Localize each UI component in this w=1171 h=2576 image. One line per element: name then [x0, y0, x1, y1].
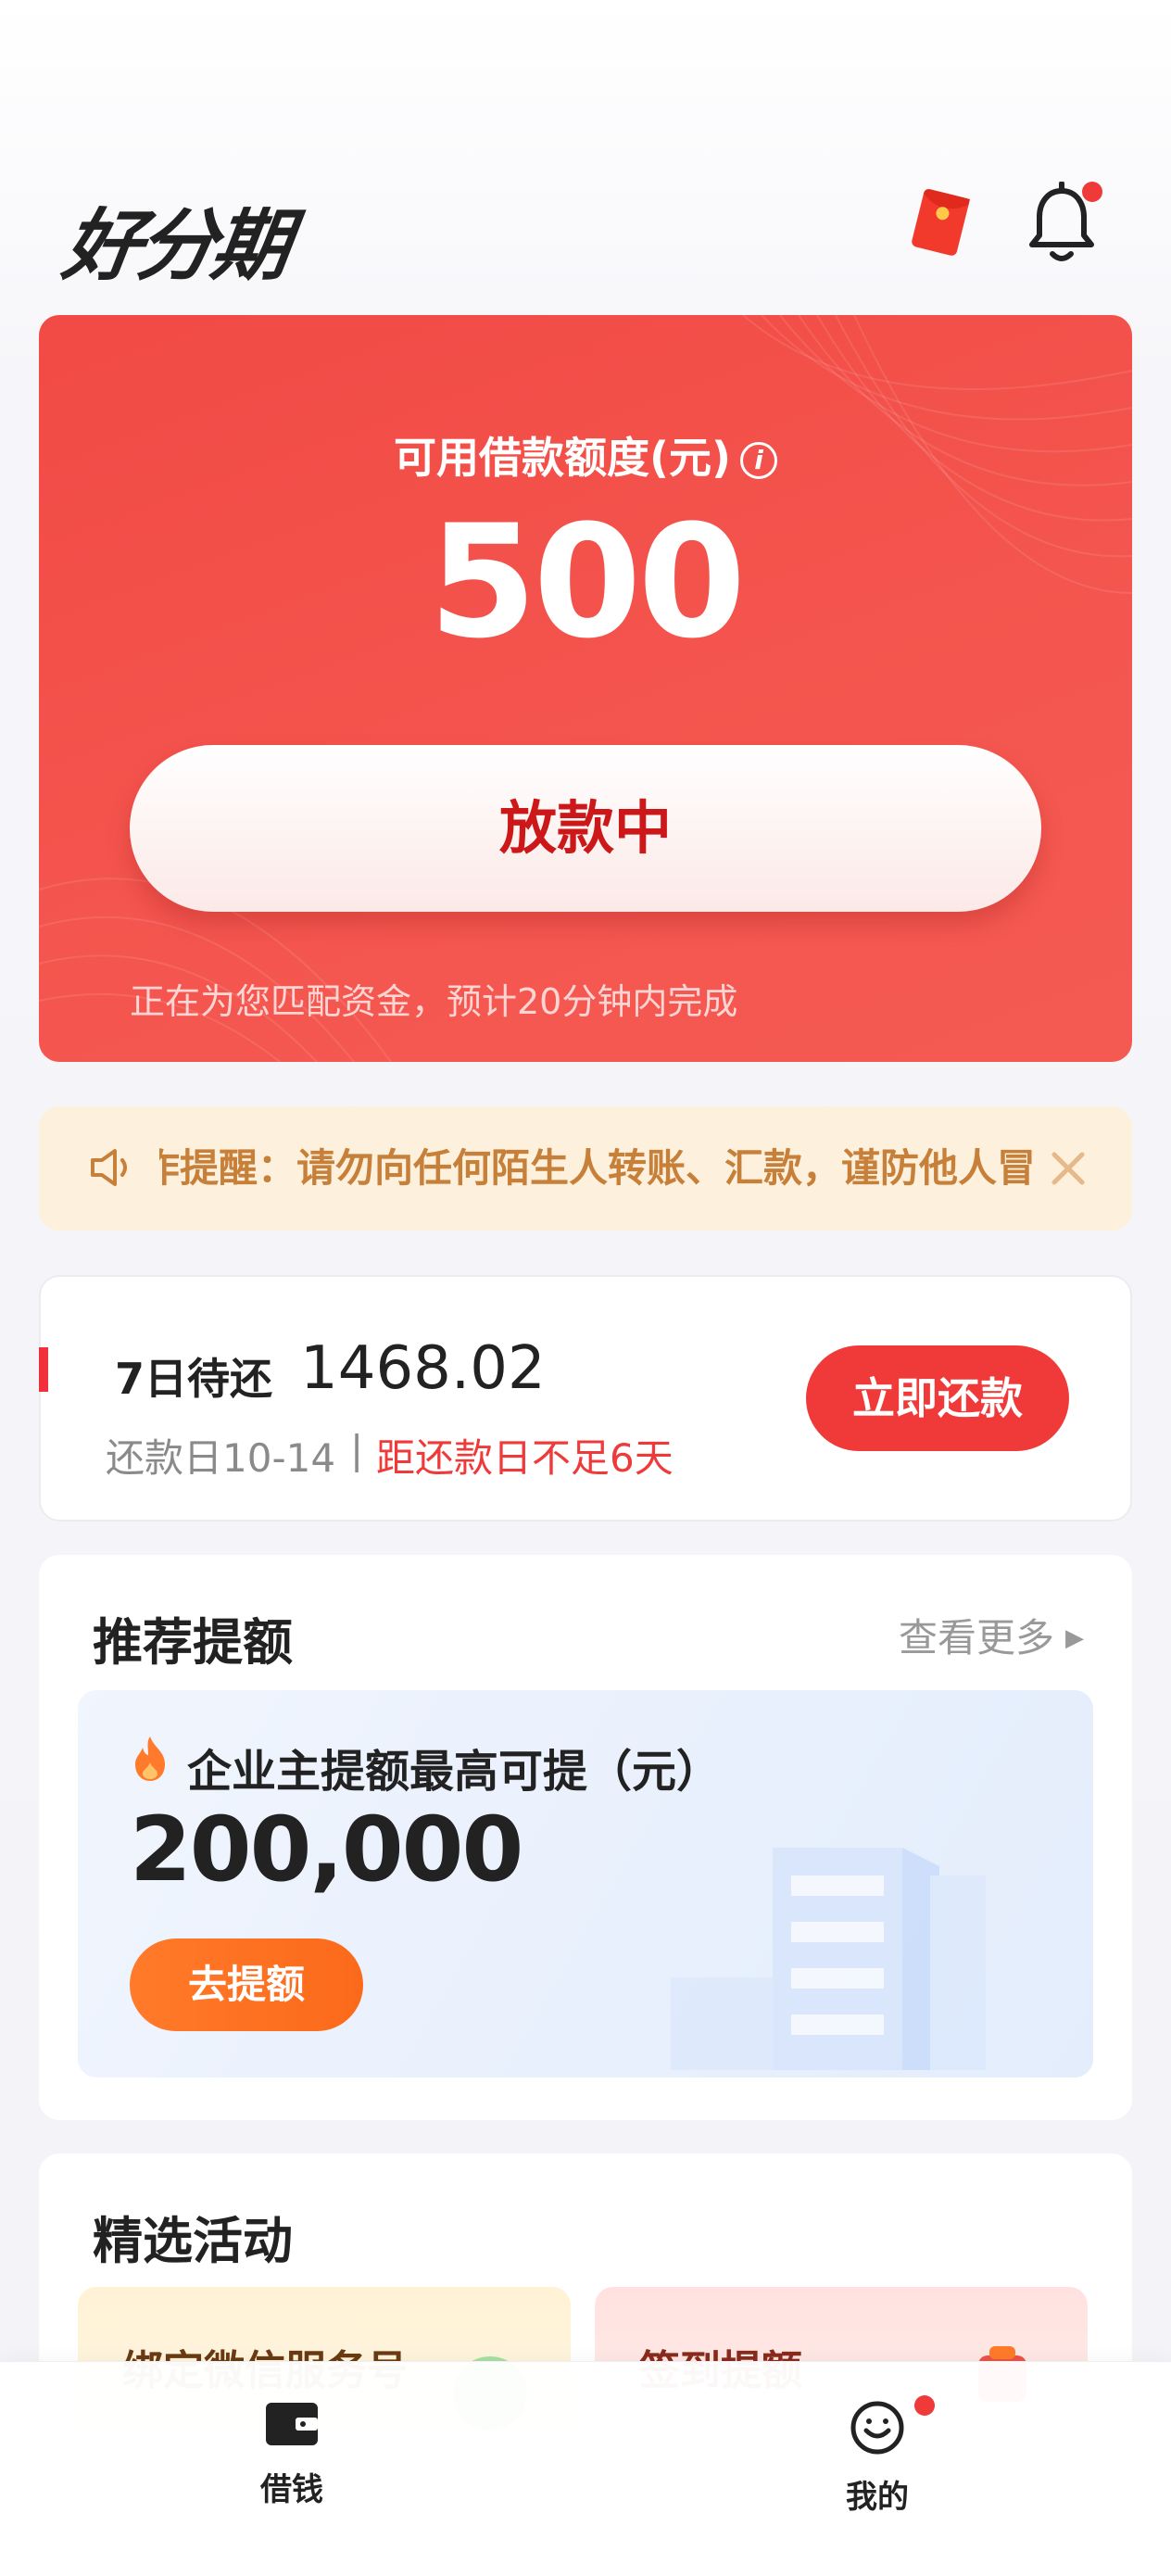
repayment-card: 7日待还 1468.02 还款日10-14 | 距还款日不足6天 立即还款 [39, 1275, 1132, 1522]
home-screen: 好分期 可用借款额度(元) i 500 放款中 正在为您匹配资金，预计20分钟内… [0, 0, 1171, 2576]
credit-title-text: 可用借款额度(元) [393, 433, 732, 483]
bell-button[interactable] [1026, 182, 1110, 271]
credit-note: 正在为您匹配资金，预计20分钟内完成 [130, 981, 738, 1022]
repayment-due-date: 还款日10-14 [106, 1435, 336, 1481]
tab-loan[interactable]: 借钱 [199, 2399, 384, 2509]
tab-mine-badge [914, 2395, 935, 2416]
wallet-icon [266, 2403, 318, 2445]
tab-loan-label: 借钱 [260, 2471, 323, 2508]
recommend-card-amount: 200,000 [130, 1798, 523, 1901]
raise-limit-button[interactable]: 去提额 [130, 1938, 363, 2031]
see-more-label: 查看更多 [898, 1615, 1054, 1661]
speaker-icon [91, 1149, 127, 1186]
tab-mine-label: 我的 [846, 2479, 909, 2516]
triangle-right-icon: ▶ [1065, 1624, 1084, 1652]
recommend-card-title: 企业主提额最高可提（元） [187, 1746, 722, 1798]
repayment-accent-bar [39, 1347, 48, 1392]
repayment-label: 7日待还 [115, 1354, 273, 1404]
repay-now-button[interactable]: 立即还款 [806, 1345, 1069, 1451]
recommend-section: 推荐提额 查看更多 ▶ 企业主提额最高可提（元） 200,000 去提额 [39, 1555, 1132, 2120]
notice-text: 诈提醒：请勿向任何陌生人转账、汇款，谨防他人冒 [159, 1106, 1039, 1231]
business-owner-limit-card[interactable]: 企业主提额最高可提（元） 200,000 去提额 [78, 1690, 1093, 2077]
see-more-link[interactable]: 查看更多 ▶ [899, 1607, 1084, 1663]
credit-limit-card: 可用借款额度(元) i 500 放款中 正在为您匹配资金，预计20分钟内完成 [39, 315, 1132, 1062]
close-icon[interactable] [1045, 1145, 1091, 1192]
app-logo: 好分期 [57, 200, 293, 291]
repayment-separator: | [350, 1427, 364, 1472]
fraud-notice-bar: 诈提醒：请勿向任何陌生人转账、汇款，谨防他人冒 [39, 1106, 1132, 1231]
activities-title: 精选活动 [93, 2212, 293, 2270]
disbursing-status-button[interactable]: 放款中 [130, 745, 1041, 912]
red-packet-icon[interactable] [908, 185, 973, 259]
tab-mine[interactable]: 我的 [785, 2395, 970, 2517]
recommend-title: 推荐提额 [93, 1613, 293, 1672]
smiley-icon [850, 2401, 904, 2455]
repayment-warning: 距还款日不足6天 [376, 1435, 674, 1481]
app-header: 好分期 [0, 167, 1171, 291]
building-illustration [671, 1848, 986, 2070]
fire-icon [135, 1736, 165, 1781]
credit-amount: 500 [428, 491, 747, 673]
bottom-tab-bar: 借钱 我的 [0, 2361, 1171, 2576]
notice-text-content: 诈提醒：请勿向任何陌生人转账、汇款，谨防他人冒 [159, 1145, 1037, 1191]
info-icon[interactable]: i [740, 442, 778, 479]
repayment-amount: 1468.02 [300, 1334, 546, 1403]
notification-badge [1082, 182, 1102, 202]
credit-title: 可用借款额度(元) i [39, 424, 1132, 486]
